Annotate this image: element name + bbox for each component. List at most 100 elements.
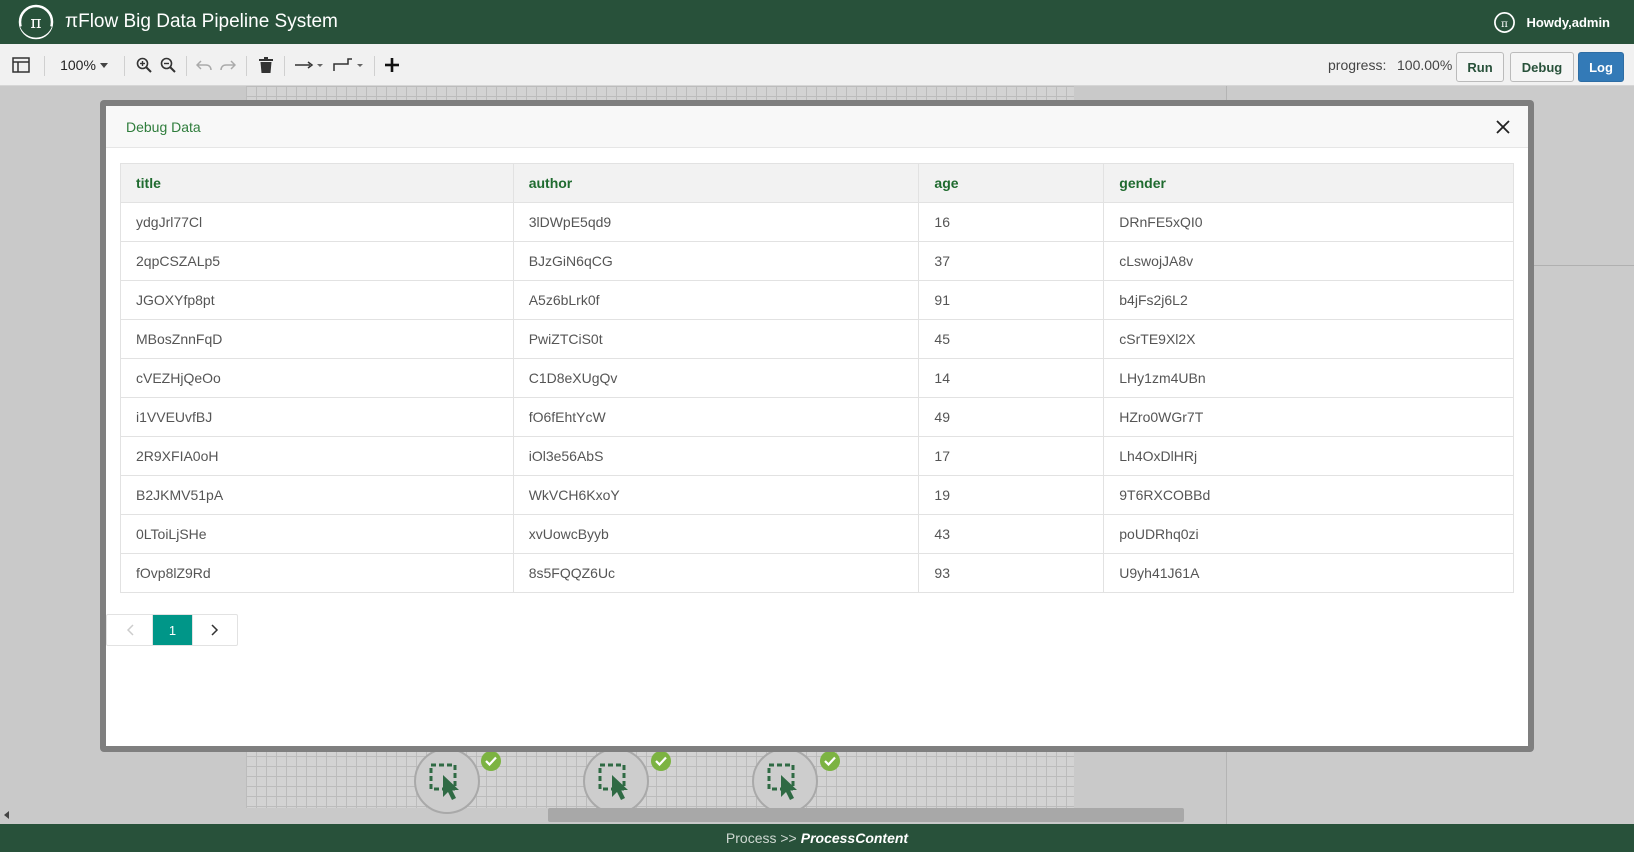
horizontal-scrollbar[interactable] <box>548 808 1184 822</box>
table-cell: BJzGiN6qCG <box>512 241 920 281</box>
table-cell: 19 <box>918 475 1105 515</box>
column-header: age <box>918 163 1105 203</box>
flow-node[interactable] <box>752 748 818 814</box>
table-cell: b4jFs2j6L2 <box>1103 280 1514 320</box>
column-header: author <box>512 163 920 203</box>
column-header: title <box>120 163 514 203</box>
toolbar-divider <box>284 56 285 76</box>
table-cell: A5z6bLrk0f <box>512 280 920 320</box>
zoom-select[interactable]: 100% <box>54 44 114 86</box>
undo-icon[interactable] <box>194 44 214 86</box>
table-cell: 91 <box>918 280 1105 320</box>
app-title: πFlow Big Data Pipeline System <box>65 11 338 32</box>
toolbar: 100% progress: 100.00% Run Debug Log <box>0 44 1634 86</box>
table-row: 2qpCSZALp5 BJzGiN6qCG 37 cLswojJA8v <box>120 241 1514 281</box>
table-cell: 2qpCSZALp5 <box>120 241 514 281</box>
layout-toggle-icon[interactable] <box>8 44 34 86</box>
table-cell: WkVCH6KxoY <box>512 475 920 515</box>
debug-data-modal: Debug Data title author age gender ydgJr… <box>106 106 1528 746</box>
table-cell: cVEZHjQeOo <box>120 358 514 398</box>
next-page-button[interactable] <box>192 615 237 645</box>
success-check-icon <box>481 751 501 771</box>
chevron-left-icon <box>126 624 134 636</box>
scroll-left-arrow-icon[interactable] <box>4 811 9 819</box>
table-cell: cLswojJA8v <box>1103 241 1514 281</box>
table-cell: iOl3e56AbS <box>512 436 920 476</box>
table-row: JGOXYfp8pt A5z6bLrk0f 91 b4jFs2j6L2 <box>120 280 1514 320</box>
flow-node[interactable] <box>414 748 480 814</box>
table-cell: 8s5FQQZ6Uc <box>512 553 920 593</box>
zoom-out-icon[interactable] <box>158 44 178 86</box>
table-row: 2R9XFIA0oH iOl3e56AbS 17 Lh4OxDlHRj <box>120 436 1514 476</box>
table-cell: 9T6RXCOBBd <box>1103 475 1514 515</box>
table-cell: 43 <box>918 514 1105 554</box>
column-header: gender <box>1103 163 1514 203</box>
table-cell: xvUowcByyb <box>512 514 920 554</box>
logo-icon: π <box>18 4 54 40</box>
success-check-icon <box>820 751 840 771</box>
table-cell: i1VVEUvfBJ <box>120 397 514 437</box>
table-cell: fO6fEhtYcW <box>512 397 920 437</box>
toolbar-divider <box>44 56 45 76</box>
svg-text:π: π <box>1501 17 1508 29</box>
debug-data-table: title author age gender ydgJrl77Cl 3lDWp… <box>120 163 1514 593</box>
table-cell: PwiZTCiS0t <box>512 319 920 359</box>
toolbar-divider <box>246 56 247 76</box>
user-greeting: Howdy,admin <box>1526 14 1610 30</box>
table-cell: MBosZnnFqD <box>120 319 514 359</box>
log-button[interactable]: Log <box>1578 52 1624 82</box>
table-row: fOvp8lZ9Rd 8s5FQQZ6Uc 93 U9yh41J61A <box>120 553 1514 593</box>
prev-page-button[interactable] <box>107 615 153 645</box>
table-cell: 16 <box>918 202 1105 242</box>
chevron-right-icon <box>211 624 219 636</box>
pagination: 1 <box>106 614 238 646</box>
table-cell: JGOXYfp8pt <box>120 280 514 320</box>
add-icon[interactable] <box>382 44 402 86</box>
close-icon[interactable] <box>1492 116 1514 138</box>
trash-icon[interactable] <box>256 44 276 86</box>
table-row: 0LToiLjSHe xvUowcByyb 43 poUDRhq0zi <box>120 514 1514 554</box>
toolbar-divider <box>186 56 187 76</box>
success-check-icon <box>651 751 671 771</box>
table-row: i1VVEUvfBJ fO6fEhtYcW 49 HZro0WGr7T <box>120 397 1514 437</box>
toolbar-divider <box>124 56 125 76</box>
select-pointer-icon <box>598 763 628 800</box>
svg-text:π: π <box>30 13 41 33</box>
table-cell: DRnFE5xQI0 <box>1103 202 1514 242</box>
redo-icon[interactable] <box>218 44 238 86</box>
chevron-down-icon <box>99 62 108 68</box>
table-row: MBosZnnFqD PwiZTCiS0t 45 cSrTE9Xl2X <box>120 319 1514 359</box>
table-row: ydgJrl77Cl 3lDWpE5qd9 16 DRnFE5xQI0 <box>120 202 1514 242</box>
table-cell: fOvp8lZ9Rd <box>120 553 514 593</box>
table-cell: Lh4OxDlHRj <box>1103 436 1514 476</box>
progress-label: progress: <box>1328 57 1387 73</box>
modal-header: Debug Data <box>106 106 1528 148</box>
table-cell: 2R9XFIA0oH <box>120 436 514 476</box>
zoom-in-icon[interactable] <box>134 44 154 86</box>
connector-style-icon[interactable] <box>292 44 326 86</box>
table-cell: 3lDWpE5qd9 <box>512 202 920 242</box>
table-cell: 93 <box>918 553 1105 593</box>
debug-button[interactable]: Debug <box>1510 52 1574 82</box>
user-logo-icon: π <box>1494 11 1516 33</box>
app-header: π πFlow Big Data Pipeline System π Howdy… <box>0 0 1634 44</box>
table-cell: 14 <box>918 358 1105 398</box>
run-button[interactable]: Run <box>1456 52 1504 82</box>
table-cell: B2JKMV51pA <box>120 475 514 515</box>
table-cell: poUDRhq0zi <box>1103 514 1514 554</box>
flow-node[interactable] <box>583 748 649 814</box>
page-button-current[interactable]: 1 <box>153 615 192 645</box>
table-header-row: title author age gender <box>120 163 1514 203</box>
table-row: B2JKMV51pA WkVCH6KxoY 19 9T6RXCOBBd <box>120 475 1514 515</box>
modal-title: Debug Data <box>126 119 201 135</box>
zoom-value: 100% <box>60 57 96 73</box>
table-cell: HZro0WGr7T <box>1103 397 1514 437</box>
progress-value: 100.00% <box>1397 57 1453 73</box>
table-cell: 17 <box>918 436 1105 476</box>
table-cell: LHy1zm4UBn <box>1103 358 1514 398</box>
table-row: cVEZHjQeOo C1D8eXUgQv 14 LHy1zm4UBn <box>120 358 1514 398</box>
user-menu[interactable]: π Howdy,admin <box>1493 10 1610 34</box>
waypoint-style-icon[interactable] <box>330 44 366 86</box>
table-cell: U9yh41J61A <box>1103 553 1514 593</box>
breadcrumb-prefix: Process >> <box>725 830 797 846</box>
